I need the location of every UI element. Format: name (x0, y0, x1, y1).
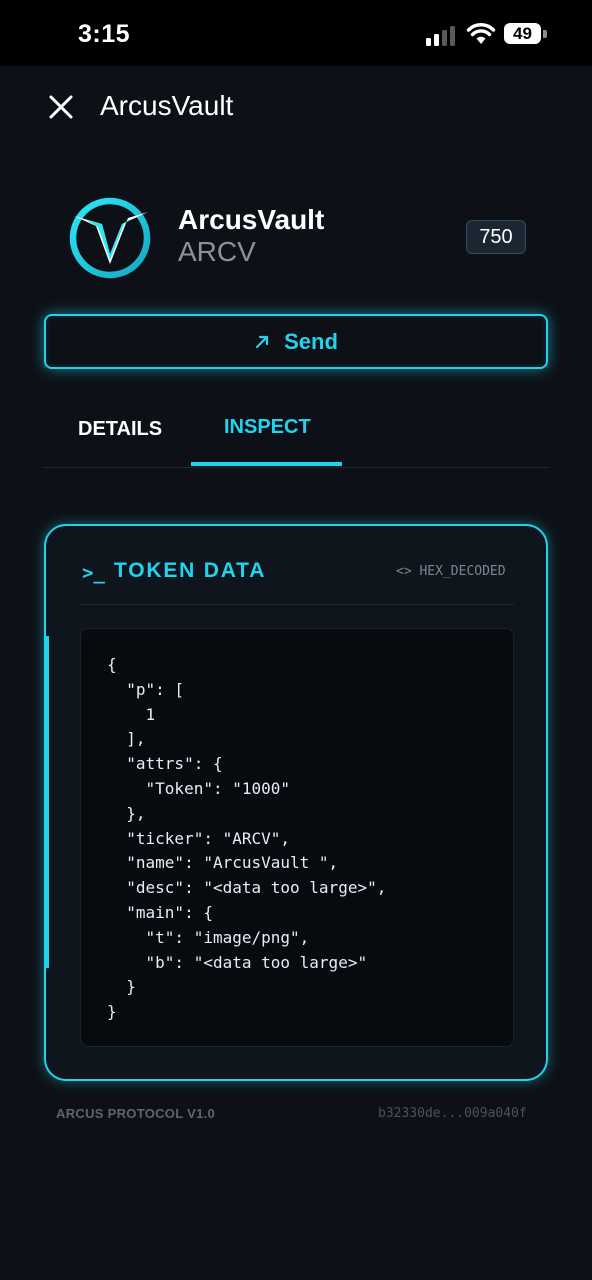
arrow-up-right-icon (255, 335, 269, 348)
token-data-panel: >_ TOKEN DATA <> HEX_DECODED { "p": [ 1 … (44, 524, 548, 1081)
transaction-hash[interactable]: b32330de...009a040f (378, 1106, 527, 1121)
token-name: ArcusVault (178, 204, 325, 235)
json-code: { "p": [ 1 ], "attrs": { "Token": "1000"… (107, 655, 387, 1022)
panel-title: TOKEN DATA (114, 559, 267, 582)
cellular-signal-icon (426, 24, 458, 46)
active-tab-indicator (191, 462, 342, 466)
code-viewer[interactable]: { "p": [ 1 ], "attrs": { "Token": "1000"… (80, 628, 514, 1047)
close-icon[interactable] (46, 92, 76, 122)
token-ticker: ARCV (178, 236, 256, 267)
status-bar: 3:15 49 (0, 0, 592, 66)
token-summary: ArcusVault ARCV 750 (0, 190, 592, 290)
status-time: 3:15 (78, 20, 131, 48)
protocol-version: ARCUS PROTOCOL V1.0 (56, 1106, 216, 1121)
token-logo (69, 197, 151, 279)
wifi-icon (466, 23, 496, 44)
token-amount-badge: 750 (466, 220, 526, 254)
send-button[interactable]: Send (44, 314, 548, 369)
tab-bar: DETAILS INSPECT (44, 398, 548, 468)
header: ArcusVault (0, 66, 592, 150)
tab-inspect[interactable]: INSPECT (224, 416, 311, 439)
format-label: <> HEX_DECODED (396, 564, 506, 579)
tab-details[interactable]: DETAILS (78, 418, 162, 441)
panel-divider (80, 604, 514, 605)
battery-indicator: 49 (504, 23, 541, 44)
battery-nub (543, 30, 547, 38)
page-title: ArcusVault (100, 90, 234, 121)
terminal-prompt-icon: >_ (82, 562, 105, 584)
send-button-label: Send (284, 328, 338, 354)
panel-accent-bar (44, 636, 49, 968)
